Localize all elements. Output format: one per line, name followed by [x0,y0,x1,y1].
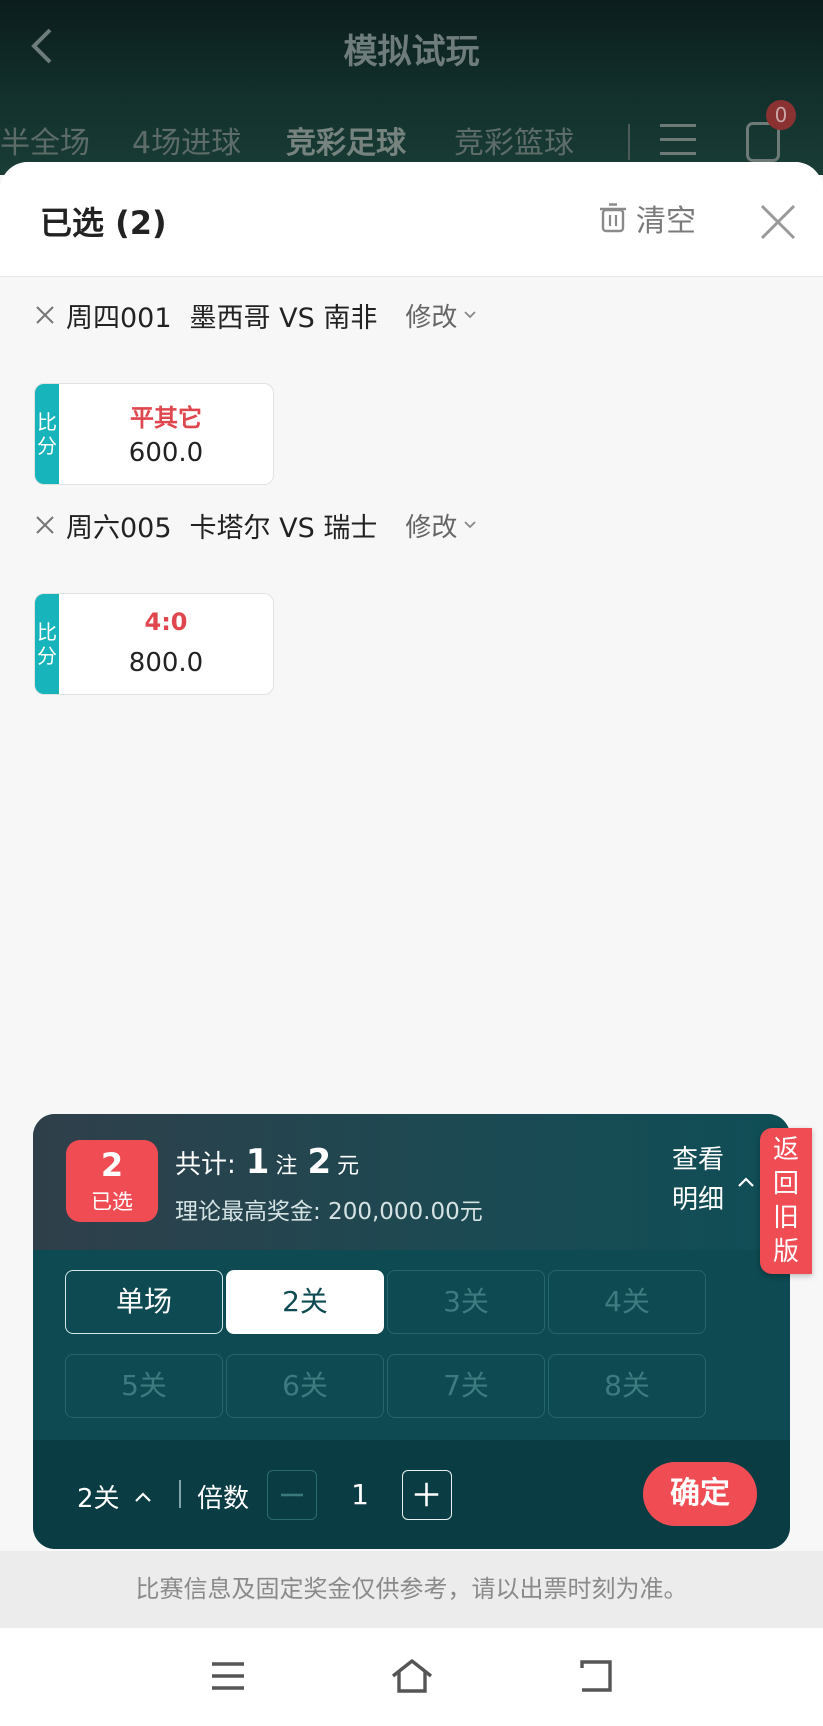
detail-label: 查看 [671,1145,724,1175]
modify-button[interactable]: 修改 [405,507,477,544]
max-prize: 理论最高奖金: 200,000.00元 [175,1199,483,1225]
selected-count-badge[interactable]: 2 已选 [66,1140,158,1222]
remove-x-icon[interactable] [34,514,56,536]
match-teams: 墨西哥 VS 南非 [189,302,378,334]
chevron-down-icon [464,311,476,319]
bet-totals: 共计: 1 注 2 元 [175,1142,359,1182]
disclaimer: 比赛信息及固定奖金仅供参考，请以出票时刻为准。 [0,1551,823,1628]
pass-option-8[interactable]: 8关 [548,1354,706,1418]
pick-selection: 4:0 [144,608,188,636]
page-title: 模拟试玩 [343,32,480,72]
cart-count-badge: 0 [766,100,796,130]
modify-button[interactable]: 修改 [405,297,477,334]
amount-unit: 元 [337,1154,360,1179]
background-header: 模拟试玩 半全场 4场进球 竞彩足球 竞彩篮球 0 [0,0,823,175]
match-row: 周四001 墨西哥 VS 南非 修改 [34,293,477,337]
slip-controls: 2关 倍数 1 确定 [33,1440,790,1549]
pass-option-5[interactable]: 5关 [65,1354,223,1418]
play-type-char: 分 [37,644,57,668]
multiplier-increase-button[interactable] [402,1470,452,1520]
selected-count: 2 [100,1146,124,1184]
modify-label: 修改 [405,512,458,543]
match-code: 周四001 [66,302,172,334]
pass-option-single[interactable]: 单场 [65,1270,223,1334]
pass-option-4[interactable]: 4关 [548,1270,706,1334]
menu-icon[interactable] [660,124,696,156]
total-label: 共计: [175,1150,236,1180]
view-detail-button[interactable]: 查看 明细 [663,1140,733,1220]
pass-option-2[interactable]: 2关 [226,1270,384,1334]
match-row: 周六005 卡塔尔 VS 瑞士 修改 [34,503,477,547]
confirm-button[interactable]: 确定 [643,1462,757,1526]
old-version-char: 返 [772,1135,799,1165]
old-version-char: 旧 [772,1203,799,1233]
chevron-up-icon [134,1491,151,1502]
panel-header: 已选 (2) 清空 [0,162,823,277]
clear-button[interactable]: 清空 [600,198,696,239]
pick-selection: 平其它 [130,404,202,432]
chevron-up-icon[interactable] [737,1176,755,1188]
play-type-char: 比 [37,620,57,644]
nav-home-icon[interactable] [390,1658,434,1694]
bets-unit: 注 [275,1154,298,1179]
betting-slip: 2 已选 共计: 1 注 2 元 理论最高奖金: 200,000.00元 查看 明细 单… [33,1114,790,1549]
old-version-char: 回 [772,1169,799,1199]
pick-card[interactable]: 比 分 平其它 600.0 [34,383,274,485]
detail-label: 明细 [671,1185,724,1215]
match-teams: 卡塔尔 VS 瑞士 [189,512,378,544]
trash-icon [600,203,626,233]
divider [179,1480,181,1508]
close-icon[interactable] [758,202,798,242]
nav-back-icon[interactable] [576,1658,616,1694]
nav-menu-icon[interactable] [208,1658,248,1694]
pass-type-value: 2关 [77,1484,120,1514]
pass-option-6[interactable]: 6关 [226,1354,384,1418]
tab-four-goals[interactable]: 4场进球 [132,118,241,162]
multiplier-label: 倍数 [197,1484,250,1514]
tab-basketball[interactable]: 竞彩篮球 [454,118,574,162]
pass-type-selector[interactable]: 2关 [77,1478,152,1515]
selected-label: 已选 [91,1190,133,1214]
plus-icon [414,1482,439,1507]
multiplier-decrease-button[interactable] [267,1470,317,1520]
system-nav-bar [0,1628,823,1726]
pick-card[interactable]: 比 分 4:0 800.0 [34,593,274,695]
slip-summary: 2 已选 共计: 1 注 2 元 理论最高奖金: 200,000.00元 查看 明细 [33,1114,790,1250]
clear-label: 清空 [636,204,696,239]
play-type-char: 分 [37,434,57,458]
play-type-tag: 比 分 [35,384,59,484]
minus-icon [281,1493,303,1497]
tab-divider [628,124,630,160]
panel-title: 已选 (2) [40,204,167,242]
old-version-char: 版 [772,1237,799,1267]
multiplier-value[interactable]: 1 [319,1478,401,1511]
bets-count: 1 [245,1142,270,1182]
pick-odds: 800.0 [128,648,204,678]
modify-label: 修改 [405,302,458,333]
chevron-down-icon [464,521,476,529]
tab-half-full[interactable]: 半全场 [0,118,90,162]
pass-option-3[interactable]: 3关 [387,1270,545,1334]
return-old-version-button[interactable]: 返 回 旧 版 [760,1128,812,1274]
pick-odds: 600.0 [128,438,204,468]
tab-football[interactable]: 竞彩足球 [286,118,406,162]
remove-x-icon[interactable] [34,304,56,326]
game-tabs: 半全场 4场进球 竞彩足球 竞彩篮球 [0,118,823,166]
pass-option-7[interactable]: 7关 [387,1354,545,1418]
play-type-tag: 比 分 [35,594,59,694]
bet-amount: 2 [307,1142,332,1182]
play-type-char: 比 [37,410,57,434]
match-code: 周六005 [66,512,172,544]
